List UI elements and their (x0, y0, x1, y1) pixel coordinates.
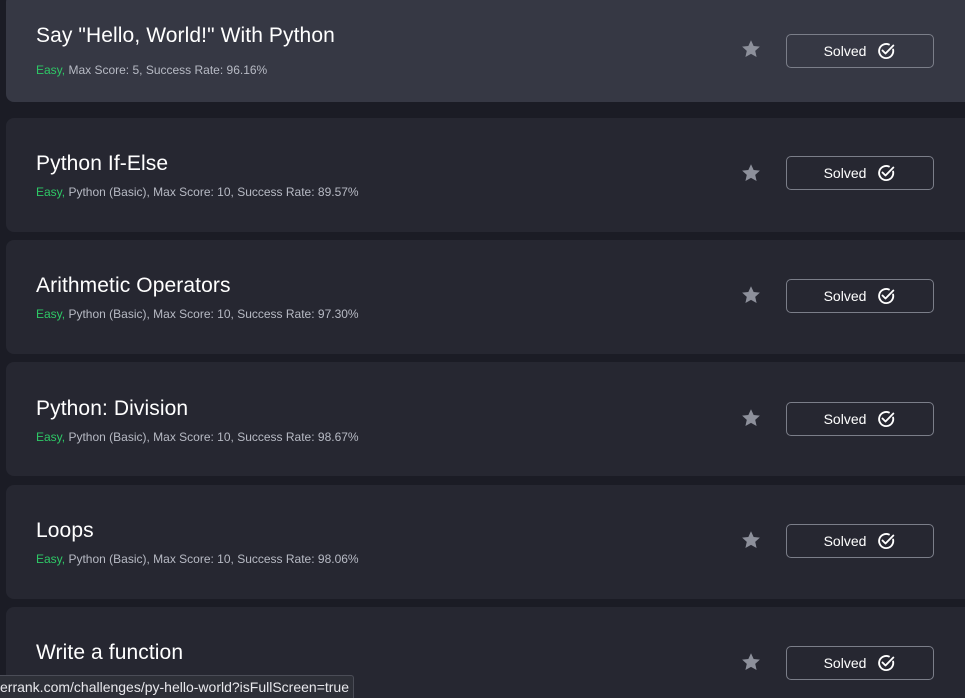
check-circle-icon (876, 653, 896, 673)
challenge-details: Python (Basic), Max Score: 10, Success R… (65, 430, 359, 444)
challenge-card[interactable]: Loops Easy, Python (Basic), Max Score: 1… (6, 485, 965, 599)
challenge-title[interactable]: Python: Division (36, 397, 188, 421)
check-circle-icon (876, 41, 896, 61)
challenge-meta: Easy, Python (Basic), Max Score: 10, Suc… (36, 307, 359, 321)
difficulty-label: Easy, (36, 552, 66, 566)
challenge-meta: Easy, Python (Basic), Max Score: 10, Suc… (36, 430, 359, 444)
solved-label: Solved (823, 288, 867, 304)
challenge-details: Python (Basic), Max Score: 10, Success R… (65, 552, 359, 566)
star-icon[interactable] (740, 651, 762, 673)
solved-label: Solved (823, 655, 867, 671)
challenge-details: Python (Basic), Max Score: 10, Success R… (65, 185, 359, 199)
challenge-meta: Easy, Python (Basic), Max Score: 10, Suc… (36, 185, 359, 199)
difficulty-label: Easy, (36, 185, 66, 199)
check-circle-icon (876, 163, 896, 183)
check-circle-icon (876, 531, 896, 551)
check-circle-icon (876, 286, 896, 306)
challenge-title[interactable]: Say "Hello, World!" With Python (36, 24, 335, 48)
solved-label: Solved (823, 43, 867, 59)
star-icon[interactable] (740, 284, 762, 306)
challenge-card[interactable]: Arithmetic Operators Easy, Python (Basic… (6, 240, 965, 354)
solved-button[interactable]: Solved (786, 524, 934, 558)
challenge-card[interactable]: Say "Hello, World!" With Python Easy, Ma… (6, 0, 965, 102)
solved-button[interactable]: Solved (786, 279, 934, 313)
challenge-title[interactable]: Arithmetic Operators (36, 274, 231, 298)
challenge-title[interactable]: Loops (36, 519, 94, 543)
star-icon[interactable] (740, 407, 762, 429)
star-icon[interactable] (740, 529, 762, 551)
challenge-list: Say "Hello, World!" With Python Easy, Ma… (0, 0, 965, 698)
solved-label: Solved (823, 165, 867, 181)
solved-button[interactable]: Solved (786, 646, 934, 680)
solved-label: Solved (823, 411, 867, 427)
difficulty-label: Easy, (36, 307, 66, 321)
challenge-details: Python (Basic), Max Score: 10, Success R… (65, 307, 359, 321)
challenge-meta: Easy, Max Score: 5, Success Rate: 96.16% (36, 63, 267, 77)
difficulty-label: Easy, (36, 430, 66, 444)
solved-label: Solved (823, 533, 867, 549)
challenge-card[interactable]: Python If-Else Easy, Python (Basic), Max… (6, 118, 965, 232)
solved-button[interactable]: Solved (786, 156, 934, 190)
check-circle-icon (876, 409, 896, 429)
challenge-details: Max Score: 5, Success Rate: 96.16% (65, 63, 268, 77)
star-icon[interactable] (740, 162, 762, 184)
solved-button[interactable]: Solved (786, 34, 934, 68)
challenge-title[interactable]: Python If-Else (36, 152, 168, 176)
star-icon[interactable] (740, 38, 762, 60)
solved-button[interactable]: Solved (786, 402, 934, 436)
challenge-card[interactable]: Python: Division Easy, Python (Basic), M… (6, 362, 965, 476)
challenge-meta: Easy, Python (Basic), Max Score: 10, Suc… (36, 552, 359, 566)
status-bar-url: errank.com/challenges/py-hello-world?isF… (0, 675, 354, 698)
challenge-title[interactable]: Write a function (36, 641, 183, 665)
difficulty-label: Easy, (36, 63, 66, 77)
